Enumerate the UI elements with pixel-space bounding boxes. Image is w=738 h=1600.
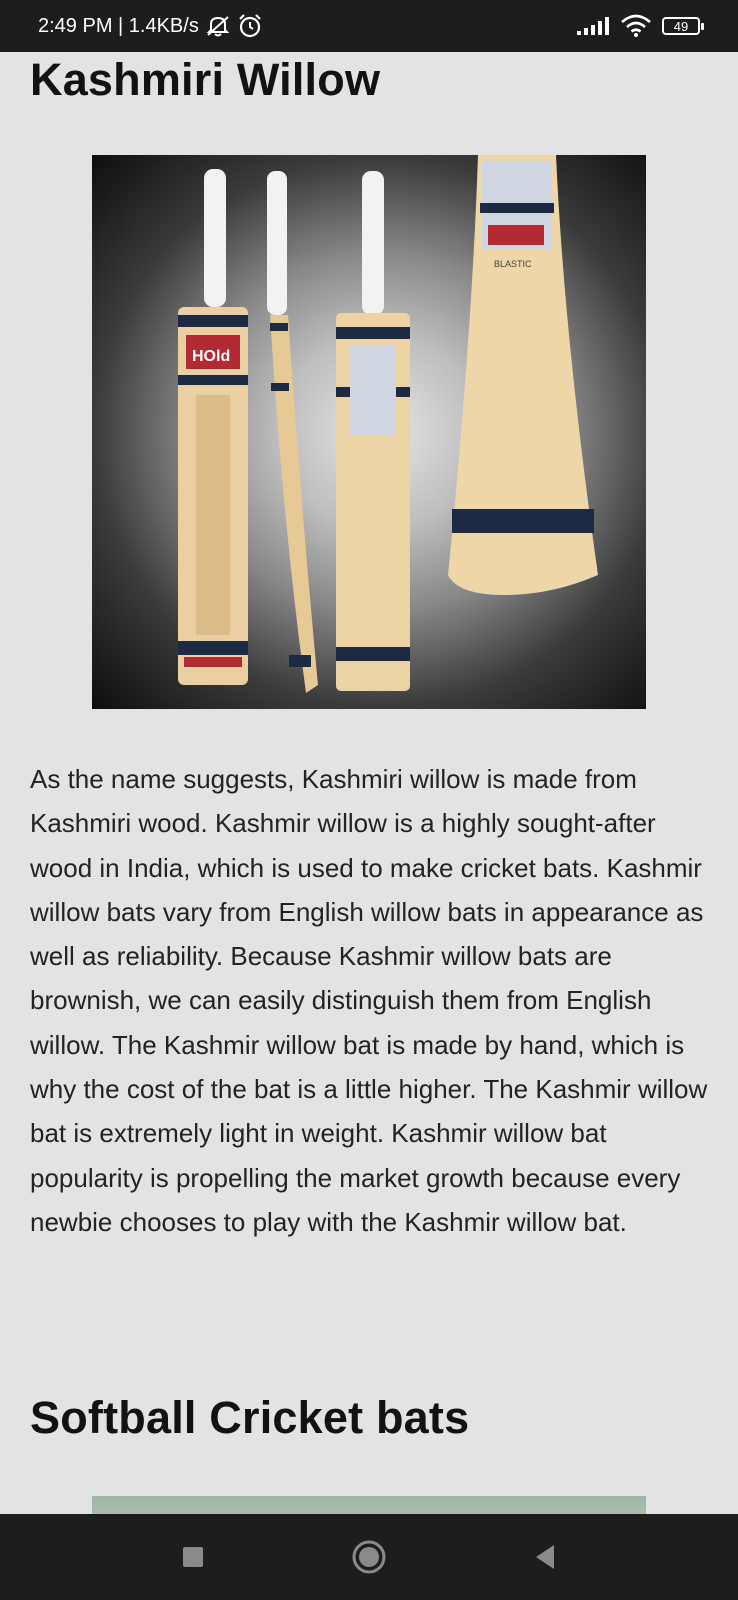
status-left: 2:49 PM | 1.4KB/s — [38, 13, 263, 39]
softball-bats-image — [92, 1496, 646, 1514]
status-time: 2:49 PM | 1.4KB/s — [38, 14, 199, 37]
bat-back-image — [336, 171, 410, 691]
back-icon — [536, 1545, 554, 1569]
bat-front-image: HOld — [178, 169, 248, 685]
battery-icon: 49 — [662, 17, 704, 35]
mute-icon — [205, 14, 231, 38]
bat-side-image — [267, 171, 318, 693]
bat-brand-text: HOld — [192, 348, 230, 365]
cricket-bats-image: HOld BLASTIC — [92, 155, 646, 709]
article-content: Kashmiri Willow HOld BLASTIC As the name… — [0, 52, 738, 1514]
recents-button[interactable] — [173, 1537, 213, 1577]
paragraph-kashmiri-willow: As the name suggests, Kashmiri willow is… — [30, 764, 708, 1237]
signal-icon — [576, 16, 610, 36]
alarm-icon — [237, 13, 263, 39]
navigation-bar — [0, 1514, 738, 1600]
recents-icon — [183, 1547, 203, 1567]
bat-sub-text: BLASTIC — [494, 259, 532, 269]
bat-closeup-image: BLASTIC — [448, 155, 598, 595]
home-button[interactable] — [349, 1537, 389, 1577]
heading-kashmiri-willow: Kashmiri Willow — [30, 54, 381, 105]
battery-level: 49 — [673, 18, 689, 34]
status-right: 49 — [576, 14, 704, 38]
wifi-icon — [620, 14, 652, 38]
back-button[interactable] — [525, 1537, 565, 1577]
home-icon — [352, 1540, 386, 1574]
status-bar: 2:49 PM | 1.4KB/s 49 — [0, 0, 738, 52]
heading-softball-cricket-bats: Softball Cricket bats — [30, 1392, 470, 1443]
